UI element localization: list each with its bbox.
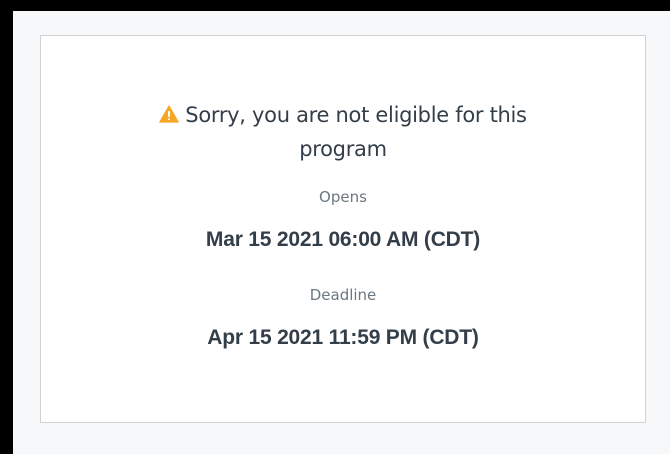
deadline-label: Deadline	[309, 286, 377, 304]
eligibility-message-text: Sorry, you are not eligible for this	[185, 103, 527, 127]
opens-label: Opens	[319, 188, 367, 206]
opens-date: Mar 15 2021 06:00 AM (CDT)	[205, 228, 481, 251]
deadline-date: Apr 15 2021 11:59 PM (CDT)	[207, 326, 479, 349]
eligibility-message-line-1: Sorry, you are not eligible for this	[41, 98, 645, 132]
window-frame: Sorry, you are not eligible for this pro…	[0, 0, 670, 454]
program-status-card: Sorry, you are not eligible for this pro…	[40, 35, 646, 423]
eligibility-message: Sorry, you are not eligible for this pro…	[41, 98, 645, 166]
eligibility-message-line-2: program	[299, 137, 387, 161]
warning-icon	[159, 105, 180, 123]
